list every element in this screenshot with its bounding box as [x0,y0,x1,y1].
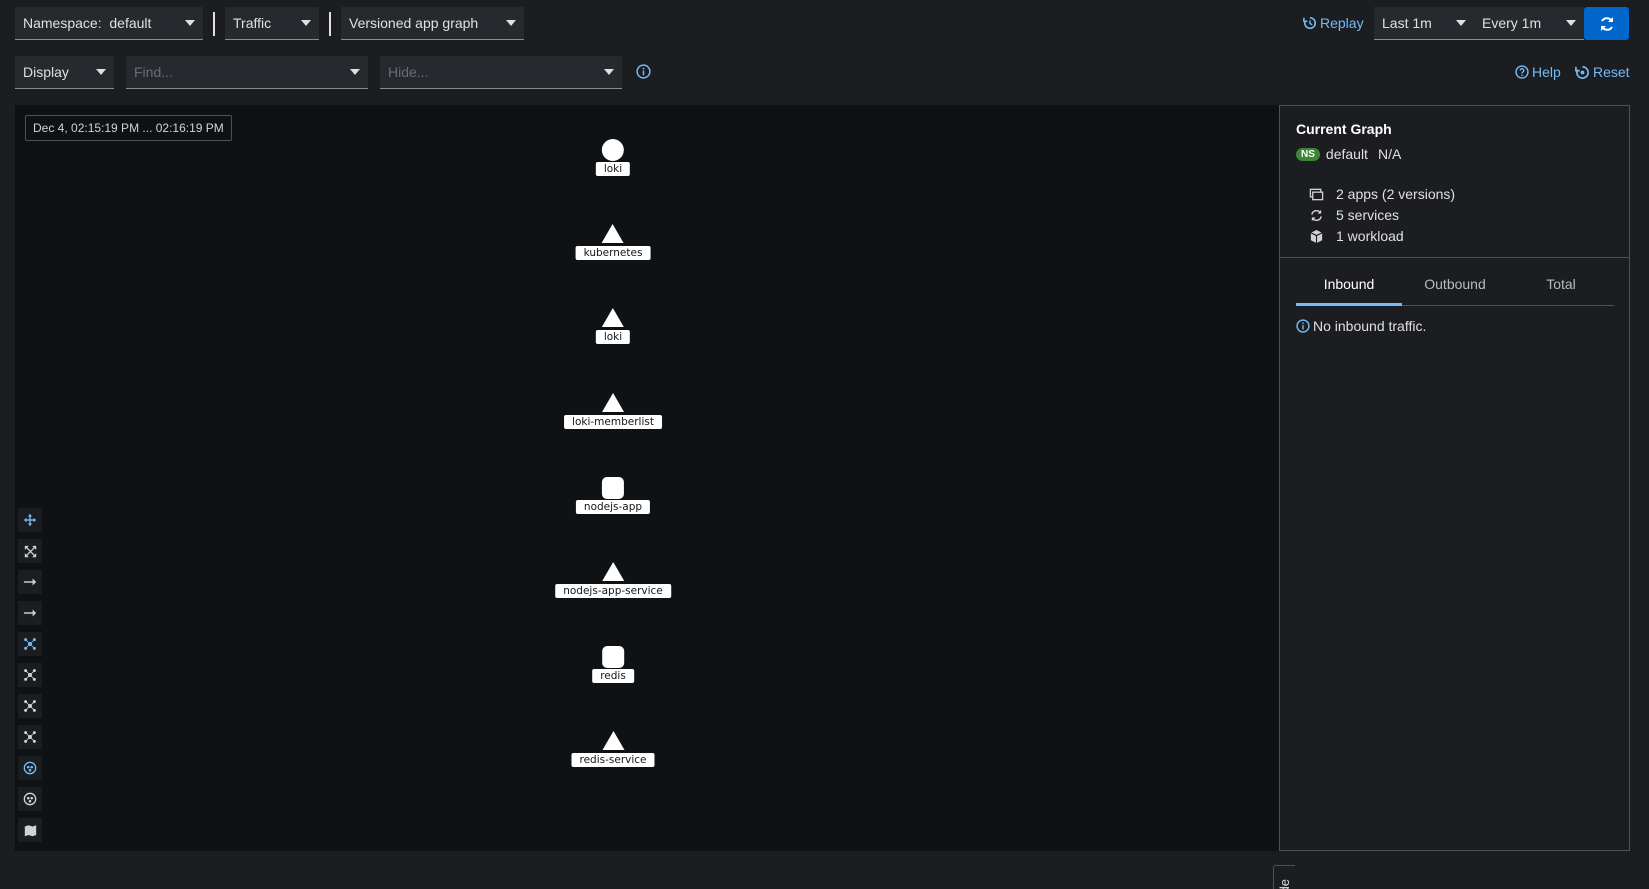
hide-label: Hide [1277,879,1292,889]
refresh-interval-label: Every 1m [1482,15,1542,31]
graph-node[interactable]: kubernetes [575,223,651,260]
separator [329,12,331,36]
display-label: Display [23,64,69,80]
zoom-to-fit-icon[interactable] [18,539,42,563]
chevron-down-icon [350,69,360,75]
help-label: Help [1532,64,1561,80]
graph-node-label: kubernetes [575,245,651,260]
chevron-down-icon [185,20,195,26]
empty-state: No inbound traffic. [1296,318,1426,334]
apps-stat: 2 apps (2 versions) [1309,186,1455,202]
sync-icon [1600,16,1613,31]
layout-3-icon[interactable] [18,725,42,749]
namespace-name[interactable]: default [1326,146,1368,162]
workloads-stat: 1 workload [1309,228,1455,244]
chevron-down-icon [1566,20,1576,26]
namespace-layout-icon[interactable] [18,756,42,780]
chevron-down-icon [1456,20,1466,26]
graph-toolbar [18,508,42,842]
refresh-interval-dropdown[interactable]: Every 1m [1474,7,1584,40]
pan-icon[interactable] [18,508,42,532]
map-icon[interactable] [18,818,42,842]
chevron-down-icon [96,69,106,75]
find-input[interactable]: Find... [126,56,368,89]
panel-title: Current Graph [1296,121,1392,137]
arrow-right-icon[interactable] [18,601,42,625]
graph-node[interactable]: nodejs-app-service [555,561,671,598]
separator [213,12,215,36]
namespace-label: Namespace: default [23,15,152,31]
reset-label: Reset [1593,64,1630,80]
display-dropdown[interactable]: Display [15,56,114,89]
hide-panel-toggle[interactable]: Hide [1273,865,1295,889]
namespace-extra: N/A [1377,146,1402,162]
graph-node[interactable]: redis-service [571,730,655,767]
triangle-node-icon [602,730,624,750]
replay-label: Replay [1320,15,1364,31]
reset-icon [1575,65,1589,79]
info-icon [1296,319,1310,333]
namespace-layout-2-icon[interactable] [18,787,42,811]
summary-panel: Current Graph NS default N/A 2 apps (2 v… [1279,105,1630,851]
graph-node[interactable]: loki [595,308,631,344]
duration-label: Last 1m [1382,15,1432,31]
graph-stats: 2 apps (2 versions) 5 services 1 workloa… [1309,186,1455,244]
graph-node-label: loki-memberlist [564,414,662,429]
service-icon [1311,209,1322,221]
traffic-label: Traffic [233,15,272,31]
time-range-label: Dec 4, 02:15:19 PM ... 02:16:19 PM [25,115,232,141]
services-stat: 5 services [1309,207,1455,223]
tab-total[interactable]: Total [1508,270,1614,305]
triangle-node-icon [601,392,624,412]
traffic-tabs: Inbound Outbound Total [1296,270,1614,306]
layout-default-icon[interactable] [18,632,42,656]
info-icon[interactable] [636,64,651,79]
namespace-dropdown[interactable]: Namespace: default [15,7,203,40]
graph-node-label: redis-service [571,752,655,767]
traffic-dropdown[interactable]: Traffic [225,7,319,40]
graph-type-dropdown[interactable]: Versioned app graph [341,7,524,40]
graph-canvas[interactable]: Dec 4, 02:15:19 PM ... 02:16:19 PM loki k… [15,105,1295,889]
triangle-node-icon [602,308,624,327]
chevron-down-icon [506,20,516,26]
triangle-node-icon [602,223,624,243]
graph-node[interactable]: loki-memberlist [564,392,662,429]
find-placeholder: Find... [134,64,173,80]
graph-node-label: redis [592,669,634,683]
refresh-button[interactable] [1584,7,1629,40]
graph-node-label: nodejs-app-service [555,583,671,598]
history-icon [1303,16,1317,30]
arrow-right-icon[interactable] [18,570,42,594]
reset-button[interactable]: Reset [1575,64,1630,80]
graph-node[interactable]: nodejs-app [575,477,651,514]
square-node-icon [601,646,624,668]
chevron-down-icon [301,20,311,26]
graph-type-label: Versioned app graph [349,15,479,31]
ns-badge: NS [1296,147,1320,161]
layout-1-icon[interactable] [18,663,42,687]
circle-node-icon [602,139,624,161]
graph-node[interactable]: loki [595,139,631,176]
graph-node-label: loki [595,162,631,176]
triangle-node-icon [601,561,624,581]
help-button[interactable]: Help [1515,64,1561,80]
app-icon [1309,188,1324,200]
chevron-down-icon [604,69,614,75]
question-circle-icon [1515,65,1529,79]
replay-button[interactable]: Replay [1303,15,1364,31]
graph-node[interactable]: redis [592,646,634,683]
namespace-row: NS default N/A [1296,146,1401,162]
hide-placeholder: Hide... [388,64,429,80]
graph-node-label: nodejs-app [575,500,651,514]
hide-input[interactable]: Hide... [380,56,622,89]
tab-outbound[interactable]: Outbound [1402,270,1508,305]
workload-icon [1310,229,1323,243]
duration-dropdown[interactable]: Last 1m [1374,7,1474,40]
graph-node-label: loki [595,330,631,344]
layout-2-icon[interactable] [18,694,42,718]
square-node-icon [602,477,624,499]
divider [1280,257,1629,258]
tab-inbound[interactable]: Inbound [1296,270,1402,306]
